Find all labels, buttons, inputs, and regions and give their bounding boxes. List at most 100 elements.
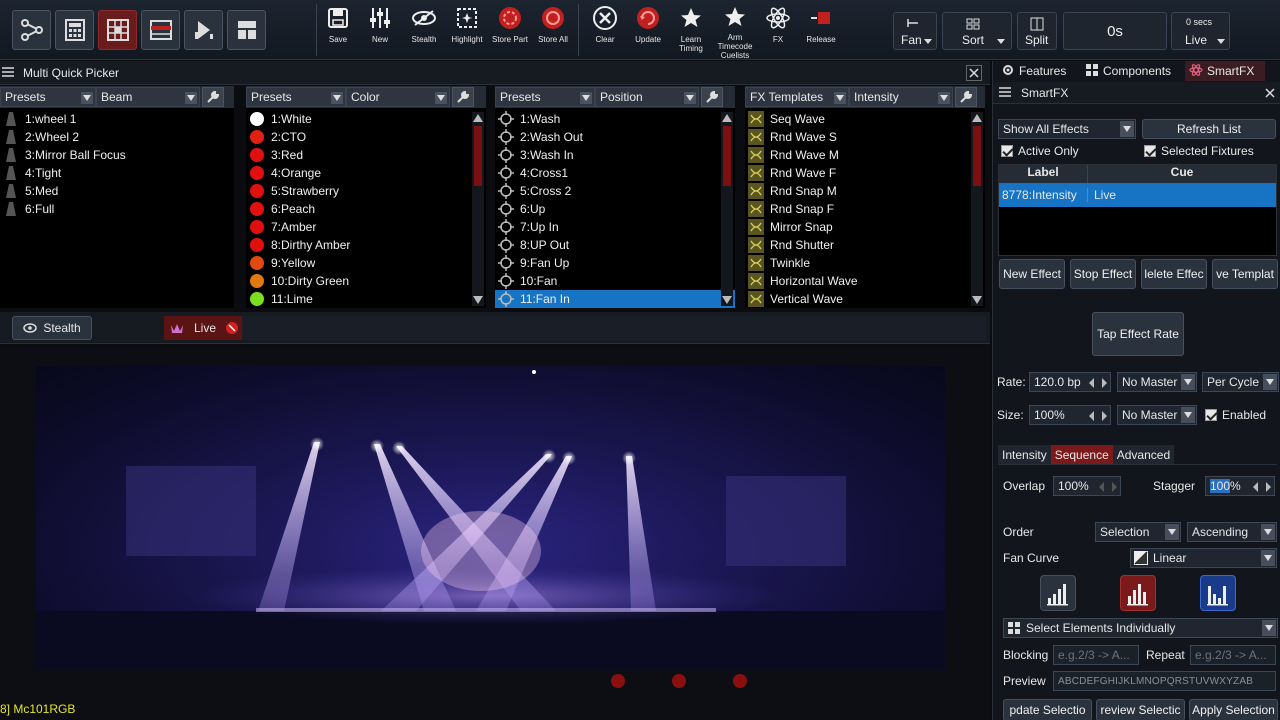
new-button[interactable]: New bbox=[360, 3, 400, 57]
list-item[interactable]: Mirror Snap bbox=[745, 218, 985, 236]
list-item[interactable]: 8:UP Out bbox=[495, 236, 735, 254]
fan-button[interactable]: Fan bbox=[893, 12, 937, 50]
list-item[interactable]: 1:Wash bbox=[495, 110, 735, 128]
list-item[interactable]: 3:Wash In bbox=[495, 146, 735, 164]
stop-effect-button[interactable]: Stop Effect bbox=[1070, 259, 1136, 289]
apply-selection-button[interactable]: Apply Selection bbox=[1189, 699, 1278, 720]
list-item[interactable]: 7:Amber bbox=[246, 218, 486, 236]
position-presets-dropdown[interactable]: Presets bbox=[495, 87, 595, 107]
cue-dot[interactable] bbox=[672, 674, 686, 688]
list-item[interactable]: 2:CTO bbox=[246, 128, 486, 146]
blocking-input[interactable]: e.g.2/3 -> A... bbox=[1053, 645, 1139, 665]
list-item[interactable]: Rnd Wave F bbox=[745, 164, 985, 182]
update-selection-button[interactable]: pdate Selectio bbox=[1003, 699, 1092, 720]
select-mode-select[interactable]: Select Elements Individually bbox=[1003, 618, 1278, 638]
close-icon[interactable] bbox=[226, 322, 238, 334]
split-button[interactable]: Split bbox=[1017, 12, 1057, 50]
list-item[interactable]: 5:Cross 2 bbox=[495, 182, 735, 200]
list-item[interactable]: 6:Peach bbox=[246, 200, 486, 218]
fx-templates-dropdown[interactable]: FX Templates bbox=[745, 87, 849, 107]
tab-advanced[interactable]: Advanced bbox=[1112, 445, 1175, 464]
list-item[interactable]: 3:Mirror Ball Focus bbox=[0, 146, 234, 164]
list-item[interactable]: 10:Dirty Green bbox=[246, 272, 486, 290]
refresh-list-button[interactable]: Refresh List bbox=[1142, 119, 1276, 139]
list-item[interactable]: 2:Wash Out bbox=[495, 128, 735, 146]
list-item[interactable]: 5:Strawberry bbox=[246, 182, 486, 200]
size-master-select[interactable]: No Master bbox=[1117, 405, 1197, 425]
list-item[interactable]: 10:Fan bbox=[495, 272, 735, 290]
list-item[interactable]: 1:White bbox=[246, 110, 486, 128]
tab-features[interactable]: Features bbox=[997, 61, 1070, 81]
list-item[interactable]: 7:Up In bbox=[495, 218, 735, 236]
list-item[interactable]: Rnd Wave M bbox=[745, 146, 985, 164]
list-item[interactable]: Rnd Snap M bbox=[745, 182, 985, 200]
position-scrollbar[interactable] bbox=[721, 112, 733, 306]
repeat-input[interactable]: e.g.2/3 -> A... bbox=[1190, 645, 1276, 665]
table-icon[interactable] bbox=[141, 10, 180, 50]
tap-effect-rate-button[interactable]: Tap Effect Rate bbox=[1092, 312, 1184, 356]
list-item[interactable]: 3:Red bbox=[246, 146, 486, 164]
nodes-icon[interactable] bbox=[12, 10, 51, 50]
wrench-icon[interactable] bbox=[955, 87, 977, 107]
tab-sequence[interactable]: Sequence bbox=[1050, 445, 1113, 464]
list-item[interactable]: 4:Orange bbox=[246, 164, 486, 182]
rate-input[interactable]: 120.0 bp bbox=[1029, 372, 1111, 392]
live-selector[interactable]: 0 secs Live bbox=[1171, 12, 1230, 50]
list-item[interactable]: 6:Full bbox=[0, 200, 234, 218]
list-item[interactable]: 4:Cross1 bbox=[495, 164, 735, 182]
update-button[interactable]: Update bbox=[628, 3, 668, 57]
menu-icon[interactable] bbox=[999, 86, 1011, 100]
rate-master-select[interactable]: No Master bbox=[1117, 372, 1197, 392]
save-button[interactable]: Save bbox=[318, 3, 358, 57]
color-presets-dropdown[interactable]: Presets bbox=[246, 87, 346, 107]
fx-type-dropdown[interactable]: Intensity bbox=[849, 87, 953, 107]
list-item[interactable]: 1:wheel 1 bbox=[0, 110, 234, 128]
size-input[interactable]: 100% bbox=[1029, 405, 1111, 425]
wrench-icon[interactable] bbox=[202, 87, 224, 107]
list-item[interactable]: 9:Fan Up bbox=[495, 254, 735, 272]
new-effect-button[interactable]: New Effect bbox=[999, 259, 1065, 289]
playback-icon[interactable] bbox=[184, 10, 223, 50]
preview-field[interactable]: ABCDEFGHIJKLMNOPQRSTUVWXYZAB bbox=[1053, 671, 1276, 691]
store-all-button[interactable]: Store All bbox=[533, 3, 573, 57]
calculator-icon[interactable] bbox=[55, 10, 94, 50]
tab-components[interactable]: Components bbox=[1081, 61, 1175, 81]
list-item[interactable]: Vertical Wave bbox=[745, 290, 985, 308]
list-item[interactable]: Rnd Snap F bbox=[745, 200, 985, 218]
list-item[interactable]: Seq Wave bbox=[745, 110, 985, 128]
beam-type-dropdown[interactable]: Beam bbox=[96, 87, 200, 107]
wrench-icon[interactable] bbox=[452, 87, 474, 107]
selected-fixtures-checkbox[interactable]: Selected Fixtures bbox=[1144, 144, 1254, 158]
store-part-button[interactable]: Store Part bbox=[489, 3, 531, 57]
release-button[interactable]: Release bbox=[800, 3, 842, 57]
active-only-checkbox[interactable]: Active Only bbox=[1001, 144, 1079, 158]
clear-button[interactable]: Clear bbox=[585, 3, 625, 57]
fan-curve-select[interactable]: Linear bbox=[1130, 548, 1277, 568]
curve-ascending-button[interactable] bbox=[1040, 575, 1076, 611]
effect-filter-select[interactable]: Show All Effects bbox=[998, 119, 1136, 139]
list-item[interactable]: Rnd Wave S bbox=[745, 128, 985, 146]
layout-icon[interactable] bbox=[227, 10, 266, 50]
rate-mode-select[interactable]: Per Cycle bbox=[1202, 372, 1279, 392]
table-row[interactable]: 8778:Intensity Live bbox=[999, 183, 1276, 207]
color-type-dropdown[interactable]: Color bbox=[346, 87, 450, 107]
curve-valley-button[interactable] bbox=[1200, 575, 1236, 611]
position-type-dropdown[interactable]: Position bbox=[595, 87, 699, 107]
list-item[interactable]: Twinkle bbox=[745, 254, 985, 272]
sort-button[interactable]: Sort bbox=[942, 12, 1012, 50]
list-item[interactable]: 8:Dirthy Amber bbox=[246, 236, 486, 254]
tab-intensity[interactable]: Intensity bbox=[998, 445, 1051, 464]
list-item[interactable]: 11:Fan In bbox=[495, 290, 735, 308]
list-item[interactable]: Horizontal Wave bbox=[745, 272, 985, 290]
delete-effect-button[interactable]: lelete Effec bbox=[1141, 259, 1207, 289]
fx-button[interactable]: FX bbox=[758, 3, 798, 57]
grid-icon[interactable] bbox=[98, 10, 137, 50]
beam-presets-dropdown[interactable]: Presets bbox=[0, 87, 96, 107]
list-item[interactable]: 11:Lime bbox=[246, 290, 486, 308]
wrench-icon[interactable] bbox=[701, 87, 723, 107]
list-item[interactable]: Rnd Shutter bbox=[745, 236, 985, 254]
close-icon[interactable] bbox=[1265, 87, 1275, 101]
list-item[interactable]: 2:Wheel 2 bbox=[0, 128, 234, 146]
menu-icon[interactable] bbox=[2, 66, 14, 80]
preview-selection-button[interactable]: review Selectic bbox=[1096, 699, 1185, 720]
